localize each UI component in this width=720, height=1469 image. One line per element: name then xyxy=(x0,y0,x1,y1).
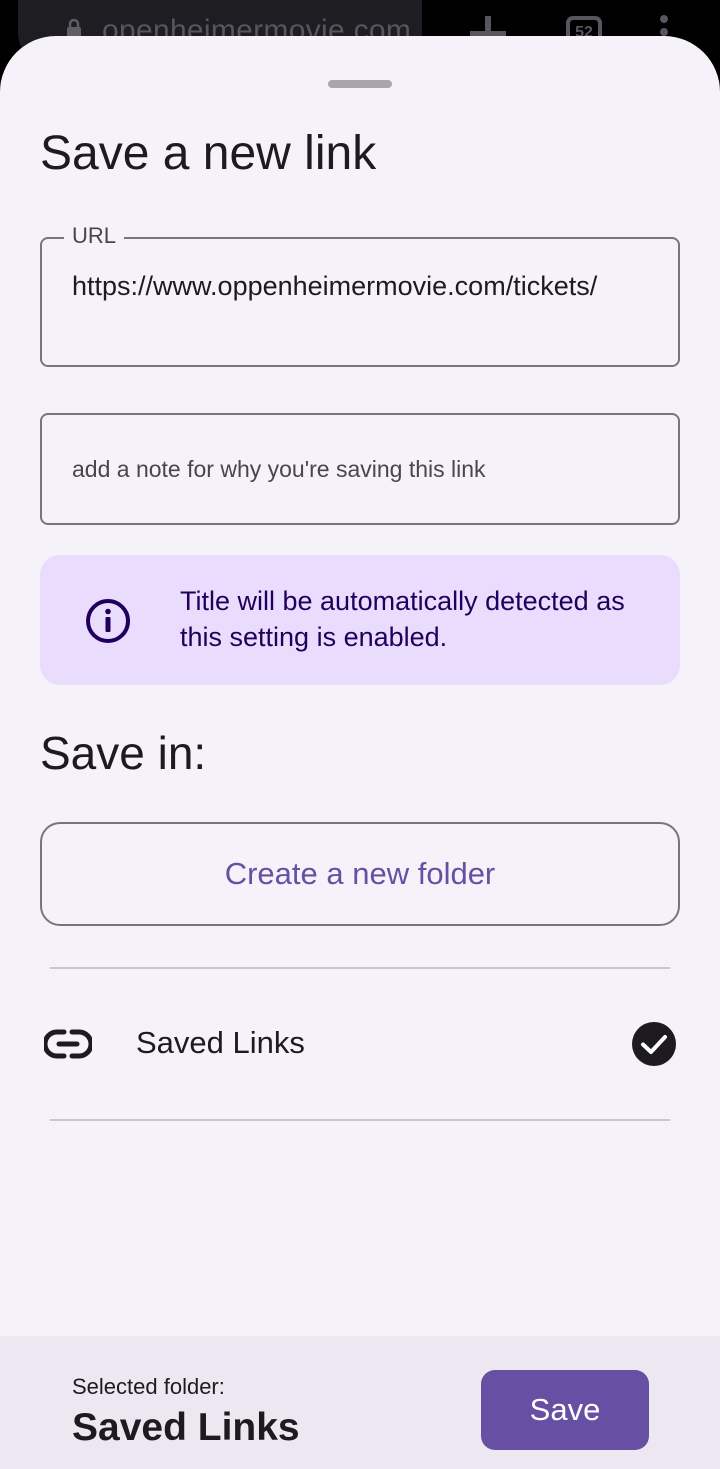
url-field-label: URL xyxy=(64,223,125,249)
folder-item-saved-links[interactable]: Saved Links xyxy=(0,969,720,1119)
selected-folder-label: Selected folder: xyxy=(72,1374,225,1399)
info-icon xyxy=(86,599,130,643)
url-field[interactable]: URL https://www.oppenheimermovie.com/tic… xyxy=(40,223,680,367)
url-input[interactable]: https://www.oppenheimermovie.com/tickets… xyxy=(72,269,662,303)
save-link-sheet: Save a new link URL https://www.oppenhei… xyxy=(0,36,720,1469)
check-circle-icon[interactable] xyxy=(632,1022,676,1066)
save-button[interactable]: Save xyxy=(481,1370,649,1450)
folder-item-label: Saved Links xyxy=(136,1025,305,1060)
info-banner-text: Title will be automatically detected as … xyxy=(180,586,625,652)
drag-handle[interactable] xyxy=(328,80,392,88)
note-input[interactable] xyxy=(42,415,678,523)
info-banner: Title will be automatically detected as … xyxy=(40,555,680,685)
selected-folder-value: Saved Links xyxy=(72,1406,300,1449)
lock-icon xyxy=(67,18,81,38)
sheet-title: Save a new link xyxy=(40,127,377,180)
divider xyxy=(50,1119,670,1121)
save-in-heading: Save in: xyxy=(40,727,207,779)
note-field[interactable] xyxy=(40,413,680,525)
create-folder-button[interactable]: Create a new folder xyxy=(40,822,680,926)
link-icon xyxy=(44,1029,92,1059)
footer-bar: Selected folder: Saved Links Save xyxy=(0,1336,720,1469)
